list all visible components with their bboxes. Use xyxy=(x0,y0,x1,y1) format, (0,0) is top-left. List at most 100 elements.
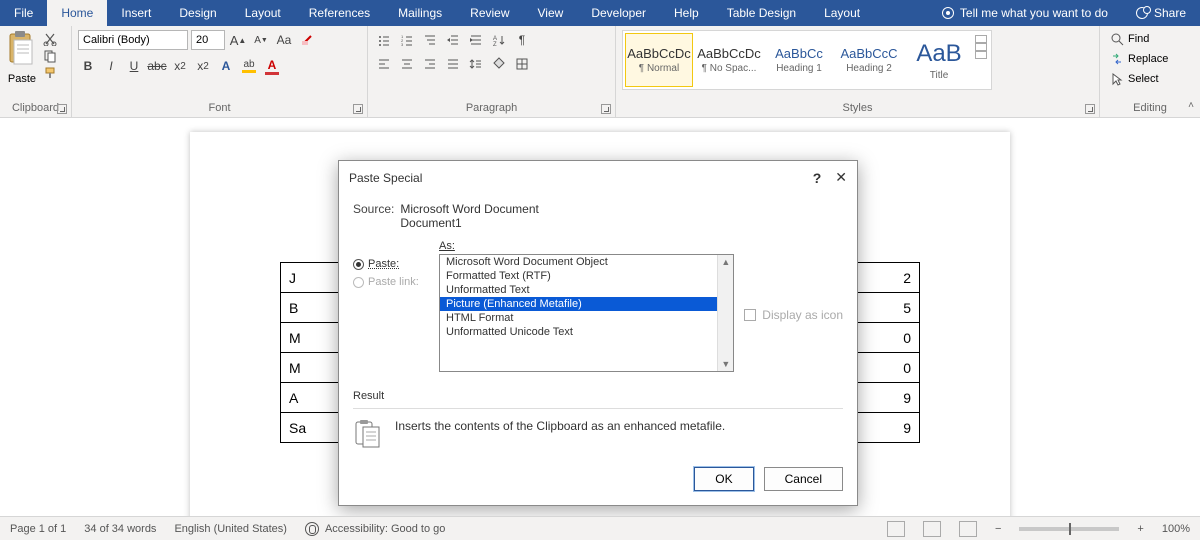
styles-dialog-launcher[interactable] xyxy=(1085,104,1095,114)
font-size-combo[interactable]: 20 xyxy=(191,30,225,50)
align-center-button[interactable] xyxy=(397,54,417,74)
tab-review[interactable]: Review xyxy=(456,0,523,26)
change-case-button[interactable]: Aa xyxy=(274,30,294,50)
zoom-out-button[interactable]: − xyxy=(995,523,1001,535)
select-button[interactable]: Select xyxy=(1106,70,1172,88)
paste-icon xyxy=(6,30,38,73)
highlight-button[interactable]: ab xyxy=(239,56,259,76)
font-color-button[interactable]: A xyxy=(262,56,282,76)
format-option[interactable]: Formatted Text (RTF) xyxy=(440,269,733,283)
style-name: Heading 2 xyxy=(846,63,892,74)
styles-more-button[interactable] xyxy=(975,33,989,61)
read-mode-button[interactable] xyxy=(887,521,905,537)
format-option[interactable]: HTML Format xyxy=(440,311,733,325)
tab-developer[interactable]: Developer xyxy=(577,0,660,26)
group-editing: Find Replace Select Editing xyxy=(1100,26,1200,117)
increase-indent-button[interactable] xyxy=(466,30,486,50)
scroll-down-icon[interactable]: ▼ xyxy=(718,357,733,371)
format-option[interactable]: Unformatted Unicode Text xyxy=(440,325,733,339)
paste-button[interactable]: Paste xyxy=(6,30,38,85)
result-text: Inserts the contents of the Clipboard as… xyxy=(395,419,725,433)
help-button[interactable]: ? xyxy=(813,170,822,186)
paragraph-dialog-launcher[interactable] xyxy=(601,104,611,114)
tab-insert[interactable]: Insert xyxy=(107,0,165,26)
font-name-combo[interactable]: Calibri (Body) xyxy=(78,30,188,50)
ok-button[interactable]: OK xyxy=(694,467,753,491)
tab-layout[interactable]: Layout xyxy=(810,0,874,26)
tab-file[interactable]: File xyxy=(0,0,47,26)
line-spacing-button[interactable] xyxy=(466,54,486,74)
language-status[interactable]: English (United States) xyxy=(174,523,287,535)
scrollbar[interactable]: ▲ ▼ xyxy=(717,255,733,371)
superscript-button[interactable]: x2 xyxy=(193,56,213,76)
group-label-font: Font xyxy=(78,100,361,115)
text-effects-button[interactable]: A xyxy=(216,56,236,76)
tab-design[interactable]: Design xyxy=(165,0,230,26)
styles-gallery[interactable]: AaBbCcDc¶ NormalAaBbCcDc¶ No Spac...AaBb… xyxy=(622,30,992,90)
sort-button[interactable]: AZ xyxy=(489,30,509,50)
subscript-button[interactable]: x2 xyxy=(170,56,190,76)
font-dialog-launcher[interactable] xyxy=(353,104,363,114)
page-status[interactable]: Page 1 of 1 xyxy=(10,523,66,535)
align-left-button[interactable] xyxy=(374,54,394,74)
format-listbox[interactable]: Microsoft Word Document ObjectFormatted … xyxy=(439,254,734,372)
zoom-in-button[interactable]: + xyxy=(1137,523,1143,535)
copy-button[interactable] xyxy=(42,49,58,63)
style-title[interactable]: AaBTitle xyxy=(905,33,973,87)
tab-layout[interactable]: Layout xyxy=(231,0,295,26)
tab-table-design[interactable]: Table Design xyxy=(713,0,810,26)
tab-help[interactable]: Help xyxy=(660,0,713,26)
decrease-indent-button[interactable] xyxy=(443,30,463,50)
align-right-button[interactable] xyxy=(420,54,440,74)
show-marks-button[interactable]: ¶ xyxy=(512,30,532,50)
tab-home[interactable]: Home xyxy=(47,0,107,26)
find-button[interactable]: Find xyxy=(1106,30,1172,48)
tab-mailings[interactable]: Mailings xyxy=(384,0,456,26)
share-button[interactable]: Share xyxy=(1122,0,1200,26)
zoom-value[interactable]: 100% xyxy=(1162,523,1190,535)
grow-font-button[interactable]: A▲ xyxy=(228,30,248,50)
print-layout-button[interactable] xyxy=(923,521,941,537)
shrink-font-button[interactable]: A▼ xyxy=(251,30,271,50)
italic-button[interactable]: I xyxy=(101,56,121,76)
bold-button[interactable]: B xyxy=(78,56,98,76)
format-option[interactable]: Picture (Enhanced Metafile) xyxy=(440,297,733,311)
format-option[interactable]: Microsoft Word Document Object xyxy=(440,255,733,269)
clipboard-result-icon xyxy=(353,419,381,449)
display-as-icon-checkbox[interactable]: Display as icon xyxy=(744,240,843,372)
style-heading-2[interactable]: AaBbCcCHeading 2 xyxy=(835,33,903,87)
collapse-ribbon-button[interactable]: ˄ xyxy=(1188,100,1194,111)
tab-view[interactable]: View xyxy=(524,0,578,26)
cut-button[interactable] xyxy=(42,32,58,46)
paste-radio[interactable]: Paste: xyxy=(353,258,429,270)
replace-button[interactable]: Replace xyxy=(1106,50,1172,68)
justify-button[interactable] xyxy=(443,54,463,74)
clipboard-dialog-launcher[interactable] xyxy=(57,104,67,114)
style-heading-1[interactable]: AaBbCcHeading 1 xyxy=(765,33,833,87)
group-paragraph: 123 AZ ¶ Paragraph xyxy=(368,26,616,117)
format-option[interactable]: Unformatted Text xyxy=(440,283,733,297)
zoom-slider[interactable] xyxy=(1019,527,1119,531)
shading-button[interactable] xyxy=(489,54,509,74)
word-count[interactable]: 34 of 34 words xyxy=(84,523,156,535)
share-label: Share xyxy=(1154,6,1186,20)
paste-link-radio[interactable]: Paste link: xyxy=(353,276,429,288)
numbering-button[interactable]: 123 xyxy=(397,30,417,50)
scroll-up-icon[interactable]: ▲ xyxy=(718,255,733,269)
style--no-spac-[interactable]: AaBbCcDc¶ No Spac... xyxy=(695,33,763,87)
tab-references[interactable]: References xyxy=(295,0,384,26)
borders-button[interactable] xyxy=(512,54,532,74)
accessibility-status[interactable]: Accessibility: Good to go xyxy=(305,522,445,536)
multilevel-list-button[interactable] xyxy=(420,30,440,50)
strikethrough-button[interactable]: abc xyxy=(147,56,167,76)
group-label-styles: Styles xyxy=(622,100,1093,115)
clear-formatting-button[interactable] xyxy=(297,30,317,50)
bullets-button[interactable] xyxy=(374,30,394,50)
format-painter-button[interactable] xyxy=(42,66,58,80)
cancel-button[interactable]: Cancel xyxy=(764,467,843,491)
close-button[interactable]: ✕ xyxy=(835,169,847,186)
style--normal[interactable]: AaBbCcDc¶ Normal xyxy=(625,33,693,87)
tell-me[interactable]: Tell me what you want to do xyxy=(928,0,1122,26)
web-layout-button[interactable] xyxy=(959,521,977,537)
underline-button[interactable]: U xyxy=(124,56,144,76)
